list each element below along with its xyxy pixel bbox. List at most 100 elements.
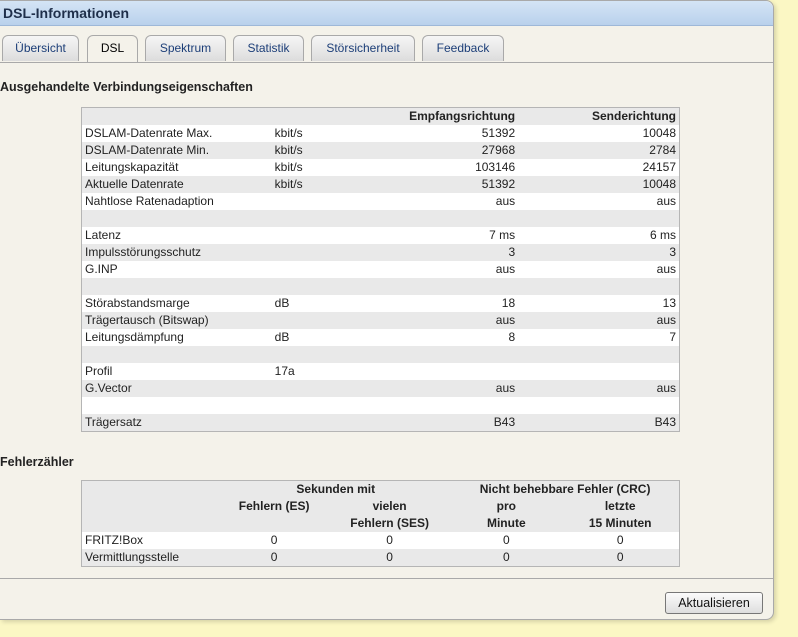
tab-feedback[interactable]: Feedback: [422, 35, 504, 61]
row-value-up: [518, 397, 679, 414]
row-value-up: B43: [654, 415, 676, 429]
row-value-up: 6 ms: [649, 228, 676, 242]
table-row: Nahtlose Ratenadaption aus aus: [81, 193, 680, 210]
row-unit: [272, 397, 389, 414]
footer-divider: [0, 578, 773, 579]
row-unit: dB: [274, 296, 290, 310]
row-value-up: aus: [656, 262, 676, 276]
row-value-down: 51392: [481, 126, 516, 140]
row-value-up: [518, 278, 679, 295]
row-label: [82, 397, 272, 414]
table-row: Impulsstörungsschutz 3 3: [81, 244, 680, 261]
error-row-label: Vermittlungsstelle: [85, 550, 180, 564]
col-empfangsrichtung: Empfangsrichtung: [388, 107, 519, 125]
row-value-up: 7: [669, 330, 676, 344]
row-label: Trägertausch (Bitswap): [85, 313, 209, 327]
row-value-up: aus: [656, 194, 676, 208]
refresh-button[interactable]: Aktualisieren: [665, 592, 763, 614]
table-row: DSLAM-Datenrate Min. kbit/s 27968 2784: [81, 142, 680, 159]
row-unit: [272, 346, 389, 363]
tab-dsl[interactable]: DSL: [87, 35, 138, 63]
row-label: Aktuelle Datenrate: [85, 177, 184, 191]
row-value-down: 18: [501, 296, 516, 310]
row-label: G.Vector: [85, 381, 132, 395]
row-value-down: aus: [495, 313, 516, 327]
value-crc-min: 0: [502, 550, 510, 564]
row-unit: kbit/s: [274, 177, 303, 191]
error-header-row-2: Fehlern (ES) vielen pro letzte: [81, 498, 680, 515]
col-ses-2: Fehlern (SES): [328, 515, 452, 532]
row-value-down: [388, 397, 518, 414]
row-value-up: 3: [669, 245, 676, 259]
row-value-up: 10048: [642, 177, 676, 191]
row-label: [82, 210, 272, 227]
row-value-up: [518, 210, 679, 227]
tab-stoersicherheit[interactable]: Störsicherheit: [311, 35, 415, 61]
row-unit: [272, 244, 389, 261]
row-unit: [272, 210, 389, 227]
value-crc-min: 0: [502, 533, 510, 547]
col-crc-15-2: 15 Minuten: [561, 515, 680, 532]
row-label: [82, 346, 272, 363]
table-row: [81, 278, 680, 295]
row-label: Störabstandsmarge: [85, 296, 190, 310]
row-value-up: [518, 363, 679, 380]
error-table: Sekunden mit Nicht behebbare Fehler (CRC…: [81, 480, 680, 567]
row-unit: [272, 380, 389, 397]
row-unit: [272, 193, 389, 210]
error-header-row-1: Sekunden mit Nicht behebbare Fehler (CRC…: [81, 480, 680, 498]
table-row: Aktuelle Datenrate kbit/s 51392 10048: [81, 176, 680, 193]
row-value-down: 51392: [481, 177, 516, 191]
value-ses: 0: [386, 550, 393, 564]
row-unit: kbit/s: [274, 143, 303, 157]
col-crc-min-2: Minute: [451, 515, 562, 532]
row-value-down: B43: [493, 415, 516, 429]
row-value-up: 10048: [642, 126, 676, 140]
tab-spektrum[interactable]: Spektrum: [145, 35, 226, 61]
row-label: DSLAM-Datenrate Max.: [85, 126, 213, 140]
row-unit: [272, 227, 389, 244]
table-row: Trägertausch (Bitswap) aus aus: [81, 312, 680, 329]
error-header-row-3: Fehlern (SES) Minute 15 Minuten: [81, 515, 680, 532]
col-es: Fehlern (ES): [220, 498, 329, 515]
row-value-down: 103146: [475, 160, 516, 174]
row-label: Leitungsdämpfung: [85, 330, 184, 344]
row-value-up: [518, 346, 679, 363]
connection-table: Empfangsrichtung Senderichtung DSLAM-Dat…: [81, 107, 680, 432]
row-value-down: [388, 363, 518, 380]
table-header-row: Empfangsrichtung Senderichtung: [81, 107, 680, 125]
row-label: Profil: [85, 364, 113, 378]
error-row-vermittlungsstelle: Vermittlungsstelle 0 0 0 0: [81, 549, 680, 567]
table-row: [81, 210, 680, 227]
window-title: DSL-Informationen: [3, 5, 129, 21]
row-value-down: [388, 346, 518, 363]
tab-divider: [0, 62, 773, 63]
section-title-errors: Fehlerzähler: [0, 455, 74, 469]
table-row: Leitungsdämpfung dB 8 7: [81, 329, 680, 346]
row-label: Impulsstörungsschutz: [85, 245, 202, 259]
table-row: [81, 346, 680, 363]
row-value-down: 3: [508, 245, 516, 259]
table-row: [81, 397, 680, 414]
col-senderichtung: Senderichtung: [518, 107, 680, 125]
table-row: Leitungskapazität kbit/s 103146 24157: [81, 159, 680, 176]
row-label: Leitungskapazität: [85, 160, 179, 174]
row-label: Trägersatz: [85, 415, 142, 429]
row-unit: kbit/s: [274, 126, 303, 140]
row-unit: [272, 278, 389, 295]
table-row: DSLAM-Datenrate Max. kbit/s 51392 10048: [81, 125, 680, 142]
row-unit: [272, 261, 389, 278]
row-label: G.INP: [85, 262, 118, 276]
table-row: G.Vector aus aus: [81, 380, 680, 397]
tab-statistik[interactable]: Statistik: [233, 35, 304, 61]
table-row: Störabstandsmarge dB 18 13: [81, 295, 680, 312]
value-es: 0: [270, 550, 278, 564]
value-crc-15: 0: [616, 533, 624, 547]
row-value-down: aus: [495, 381, 516, 395]
row-value-up: 2784: [649, 143, 676, 157]
row-value-down: 7 ms: [489, 228, 516, 242]
error-row-fritzbox: FRITZ!Box 0 0 0 0: [81, 532, 680, 549]
tab-uebersicht[interactable]: Übersicht: [2, 35, 79, 61]
row-unit: dB: [274, 330, 290, 344]
row-value-down: [388, 278, 518, 295]
